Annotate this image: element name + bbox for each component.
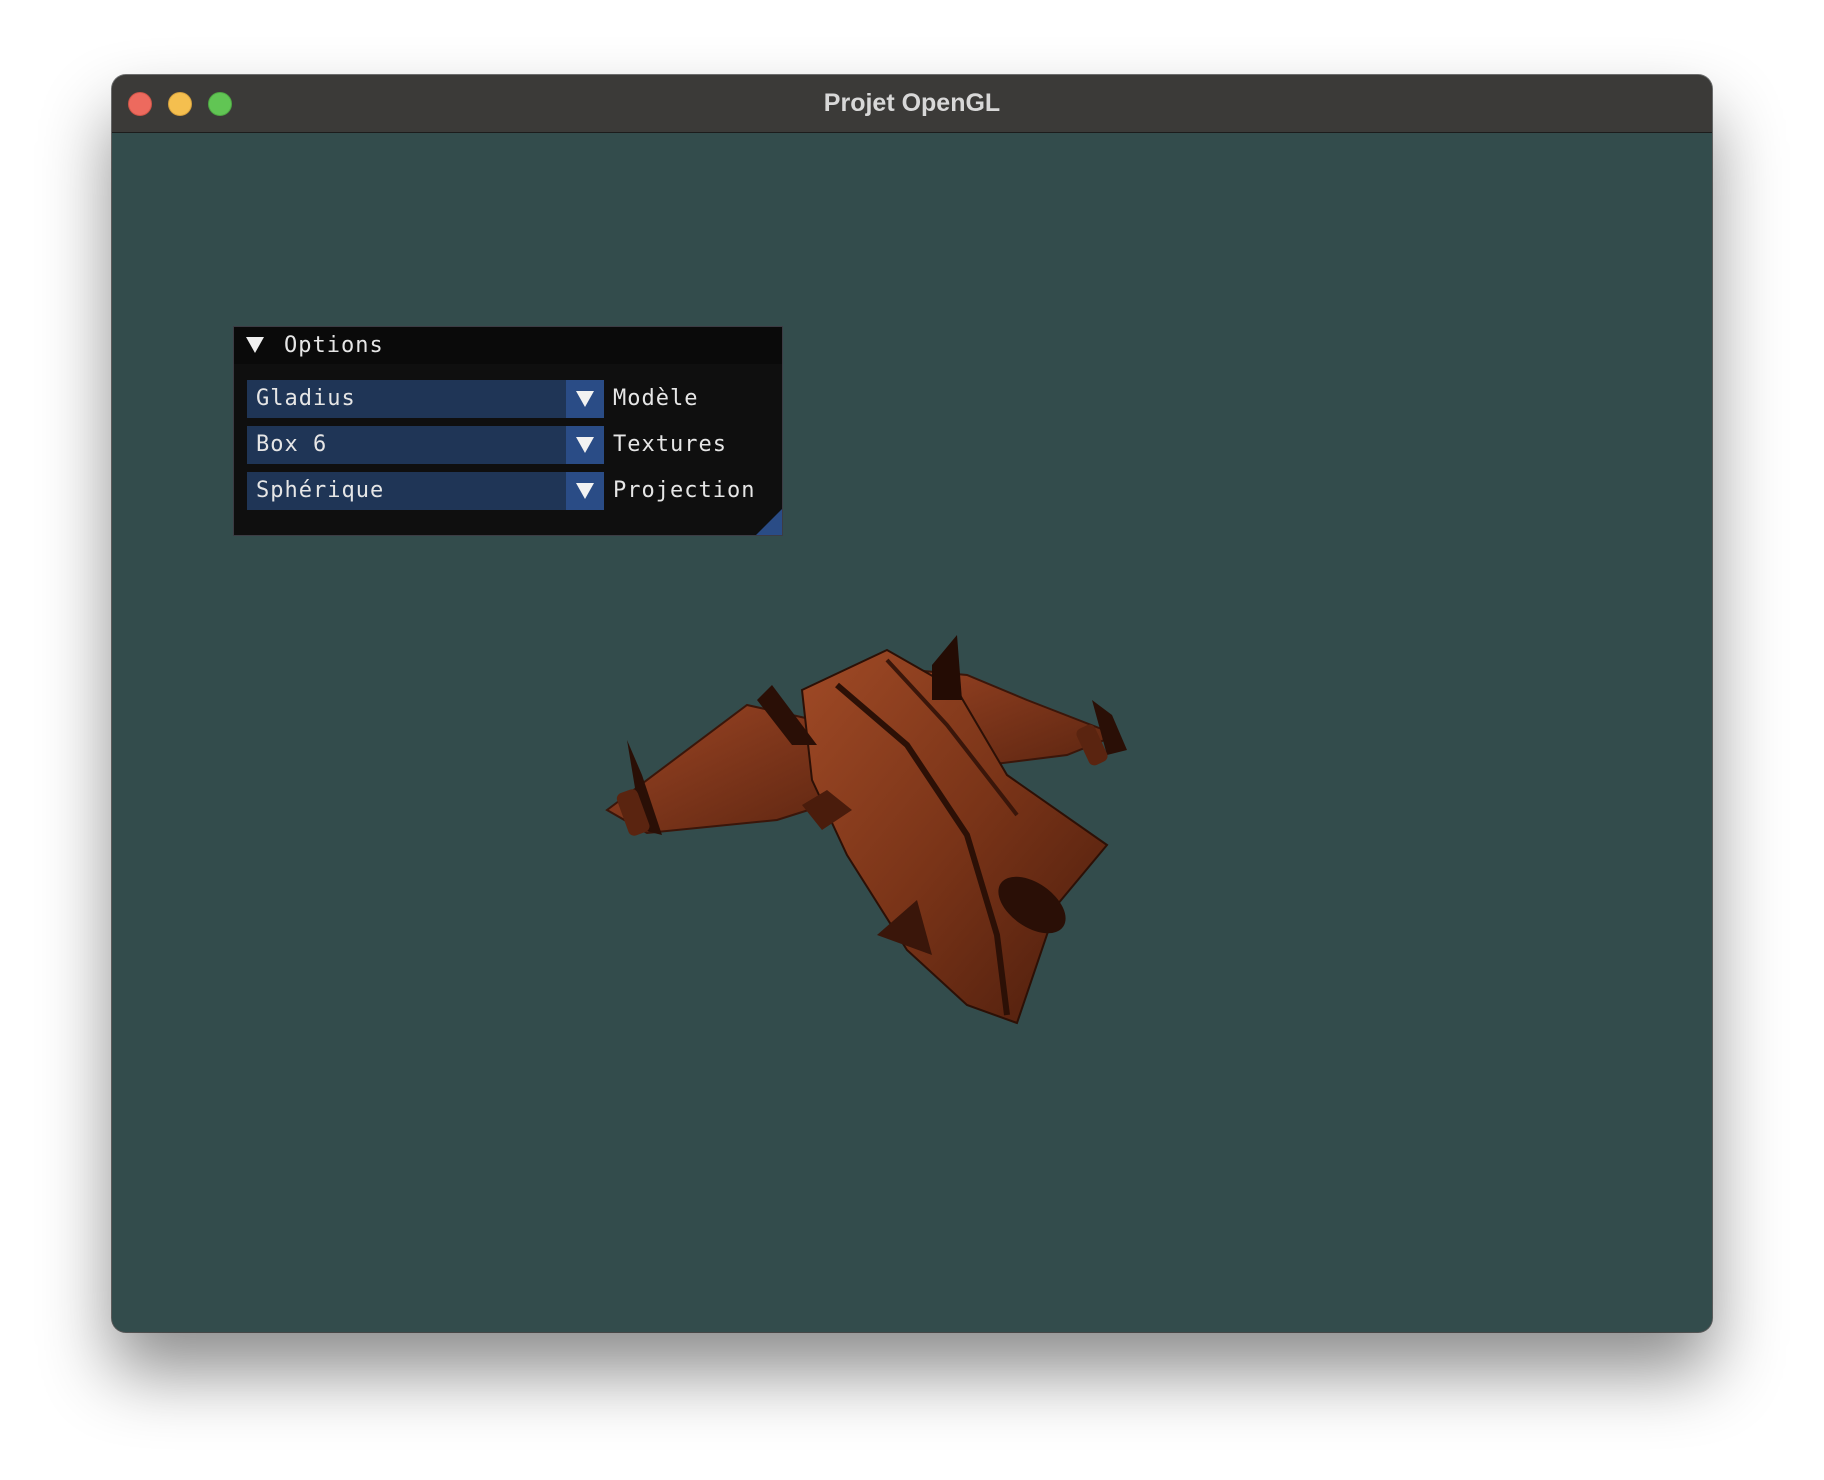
projection-combo[interactable]: Sphérique bbox=[247, 472, 604, 510]
chevron-down-icon bbox=[576, 391, 594, 407]
resize-grip[interactable] bbox=[756, 509, 782, 535]
chevron-down-icon bbox=[576, 437, 594, 453]
textures-dropdown-button[interactable] bbox=[566, 426, 604, 464]
projection-label: Projection bbox=[613, 478, 756, 503]
close-icon[interactable] bbox=[128, 92, 152, 116]
options-panel-header[interactable]: Options bbox=[234, 327, 782, 364]
maximize-icon[interactable] bbox=[208, 92, 232, 116]
window-title: Projet OpenGL bbox=[823, 89, 1001, 117]
textures-combo-value: Box 6 bbox=[256, 432, 328, 457]
textures-label: Textures bbox=[613, 432, 727, 457]
options-panel-title: Options bbox=[284, 333, 384, 358]
spaceship-model[interactable] bbox=[587, 605, 1147, 1035]
modele-combo[interactable]: Gladius bbox=[247, 380, 604, 418]
chevron-down-icon bbox=[576, 483, 594, 499]
modele-combo-value: Gladius bbox=[256, 386, 356, 411]
textures-combo[interactable]: Box 6 bbox=[247, 426, 604, 464]
options-panel: Options Gladius Modèle Box 6 Textures Sp… bbox=[233, 326, 783, 536]
minimize-icon[interactable] bbox=[168, 92, 192, 116]
projection-dropdown-button[interactable] bbox=[566, 472, 604, 510]
modele-label: Modèle bbox=[613, 386, 699, 411]
opengl-viewport[interactable]: Options Gladius Modèle Box 6 Textures Sp… bbox=[112, 133, 1712, 1332]
modele-dropdown-button[interactable] bbox=[566, 380, 604, 418]
modele-row: Gladius Modèle bbox=[247, 380, 772, 418]
title-bar[interactable]: Projet OpenGL bbox=[112, 75, 1712, 133]
app-window: Projet OpenGL Options Gladius Modèle Box… bbox=[112, 75, 1712, 1332]
projection-combo-value: Sphérique bbox=[256, 478, 385, 503]
collapse-arrow-icon[interactable] bbox=[246, 337, 264, 353]
textures-row: Box 6 Textures bbox=[247, 426, 772, 464]
projection-row: Sphérique Projection bbox=[247, 472, 772, 510]
